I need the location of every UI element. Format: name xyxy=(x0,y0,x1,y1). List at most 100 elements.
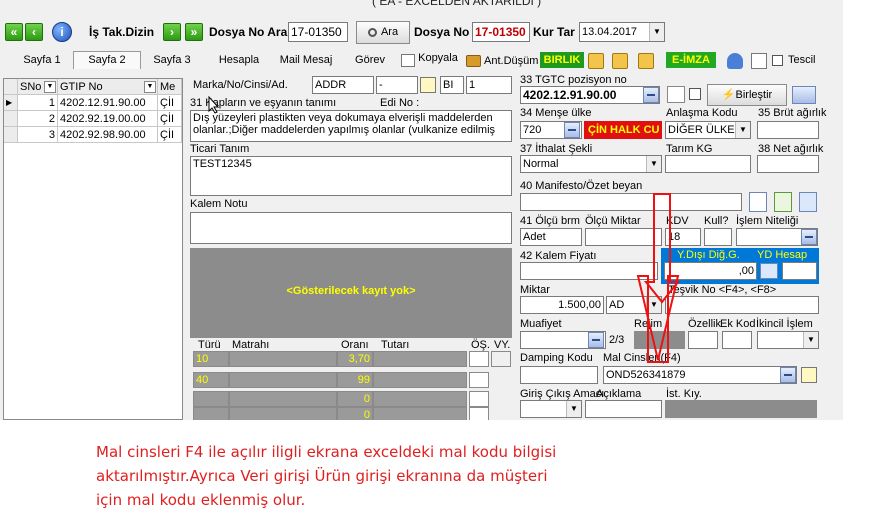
vergi-tutar-cell[interactable] xyxy=(373,351,467,367)
vergi-turu-cell[interactable] xyxy=(193,407,229,420)
vergi-vy-cell[interactable] xyxy=(491,351,511,367)
tab-ant-dusum[interactable]: Ant.Düşüm xyxy=(484,53,538,70)
grid-header-me[interactable]: Me xyxy=(158,79,182,95)
mal-cinsleri-lookup-button[interactable] xyxy=(780,367,796,383)
vergi-orani-cell[interactable]: 0 xyxy=(337,407,373,420)
gtip-checkbox[interactable] xyxy=(689,88,701,100)
edit-icon[interactable] xyxy=(801,367,817,383)
anlasma-kodu-select[interactable]: DİĞER ÜLKEL ▼ xyxy=(665,121,751,139)
edit-icon[interactable] xyxy=(420,77,436,93)
marka-input[interactable]: ADDR xyxy=(312,76,374,94)
gtip-pozisyon-input[interactable]: 4202.12.91.90.00 xyxy=(520,86,660,104)
vergi-orani-cell[interactable]: 0 xyxy=(337,391,373,407)
chevron-down-icon[interactable]: ▼ xyxy=(44,81,56,93)
calculator-icon[interactable] xyxy=(792,86,816,104)
table-row-sno[interactable]: 1 xyxy=(18,95,58,111)
marka-no-input[interactable]: - xyxy=(376,76,418,94)
tab-sayfa-3[interactable]: Sayfa 3 xyxy=(149,52,195,69)
tarim-kg-input[interactable] xyxy=(665,155,751,173)
import-icon[interactable] xyxy=(799,192,817,212)
table-row-gtip[interactable]: 4202.92.19.00.00 xyxy=(58,111,158,127)
vergi-matrah-cell[interactable] xyxy=(229,351,337,367)
tescil-label: Tescil xyxy=(788,54,816,66)
islem-lookup-button[interactable] xyxy=(801,229,817,245)
kur-tar-date[interactable]: 13.04.2017 ▼ xyxy=(579,22,665,42)
olcu-brm-input[interactable]: Adet xyxy=(520,228,582,246)
vergi-turu-cell[interactable]: 10 xyxy=(193,351,229,367)
dosya-no-input[interactable]: 17-01350 xyxy=(472,22,530,42)
prev-record-button[interactable]: ‹ xyxy=(25,23,43,41)
document-icon[interactable] xyxy=(749,192,767,212)
vergi-turu-cell[interactable]: 40 xyxy=(193,372,229,388)
yd-hesap-input[interactable] xyxy=(782,262,817,280)
olcu-brm-label: 41 Ölçü brm xyxy=(520,215,580,227)
list-icon[interactable] xyxy=(774,192,792,212)
dosya-no-ara-input[interactable]: 17-01350 xyxy=(288,22,348,42)
folder-export-icon[interactable] xyxy=(638,53,654,69)
folder-up-icon[interactable] xyxy=(612,53,628,69)
gtip-extra-input[interactable] xyxy=(667,86,685,103)
calculator-icon[interactable] xyxy=(760,263,778,279)
marka-cinsi-input[interactable]: BI xyxy=(440,76,464,94)
table-row-sno[interactable]: 2 xyxy=(18,111,58,127)
vergi-tutar-cell[interactable] xyxy=(373,372,467,388)
damping-kodu-input[interactable] xyxy=(520,366,598,384)
birlik-button[interactable]: BIRLIK xyxy=(540,52,584,68)
net-agirlik-input[interactable] xyxy=(757,155,819,173)
tab-kopyala[interactable]: Kopyala xyxy=(417,50,459,67)
brut-agirlik-input[interactable] xyxy=(757,121,819,139)
grid-header-gtip[interactable]: GTIP No ▼ xyxy=(58,79,158,95)
chevron-down-icon[interactable]: ▼ xyxy=(649,23,664,41)
ikincil-islem-select[interactable]: ▼ xyxy=(757,331,819,349)
muafiyet-lookup-button[interactable] xyxy=(588,332,604,348)
vergi-orani-cell[interactable]: 99 xyxy=(337,372,373,388)
table-row-sno[interactable]: 3 xyxy=(18,127,58,143)
tab-gorev[interactable]: Görev xyxy=(352,52,388,69)
vergi-os-checkbox[interactable] xyxy=(469,351,489,367)
info-icon[interactable]: i xyxy=(52,22,72,42)
vergi-os-checkbox[interactable] xyxy=(469,372,489,388)
vergi-matrah-cell[interactable] xyxy=(229,407,337,420)
birlestir-button[interactable]: ⚡Birleştir xyxy=(707,84,787,106)
next-record-button[interactable]: › xyxy=(163,23,181,41)
chevron-down-icon[interactable]: ▼ xyxy=(144,81,156,93)
kalem-notu-textarea[interactable] xyxy=(190,212,512,244)
ithalat-sekli-select[interactable]: Normal ▼ xyxy=(520,155,662,173)
last-record-button[interactable]: » xyxy=(185,23,203,41)
aciklama-input[interactable] xyxy=(585,400,662,418)
marka-adet-input[interactable]: 1 xyxy=(466,76,512,94)
tescil-checkbox[interactable] xyxy=(772,55,783,66)
vergi-os-checkbox[interactable] xyxy=(469,407,489,420)
table-row-me[interactable]: ÇİI xyxy=(158,127,182,143)
ticari-tanim-textarea[interactable]: TEST12345 xyxy=(190,156,512,196)
vergi-os-checkbox[interactable] xyxy=(469,391,489,407)
folder-icon[interactable] xyxy=(588,53,604,69)
ara-button[interactable]: Ara xyxy=(356,21,410,44)
esya-tanimi-textarea[interactable]: Dış yüzeyleri plastikten veya dokumaya e… xyxy=(190,110,512,142)
vergi-tutar-cell[interactable] xyxy=(373,391,467,407)
ek-kod-input[interactable] xyxy=(722,331,752,349)
table-row-me[interactable]: ÇİI xyxy=(158,95,182,111)
gtip-lookup-button[interactable] xyxy=(643,87,659,103)
vergi-turu-cell[interactable] xyxy=(193,391,229,407)
zoom-icon[interactable] xyxy=(751,53,767,69)
vergi-matrah-cell[interactable] xyxy=(229,391,337,407)
table-row-me[interactable]: ÇİI xyxy=(158,111,182,127)
tab-mail-mesaj[interactable]: Mail Mesaj xyxy=(278,52,334,69)
ist-kiy-input[interactable] xyxy=(665,400,817,418)
vergi-orani-cell[interactable]: 3,70 xyxy=(337,351,373,367)
grid-header-sno[interactable]: SNo ▼ xyxy=(18,79,58,95)
tab-hesapla[interactable]: Hesapla xyxy=(216,52,262,69)
vergi-tutar-cell[interactable] xyxy=(373,407,467,420)
giris-cikis-select[interactable]: ▼ xyxy=(520,400,582,418)
pin-icon[interactable] xyxy=(727,53,743,69)
table-row-gtip[interactable]: 4202.92.98.90.00 xyxy=(58,127,158,143)
first-record-button[interactable]: « xyxy=(5,23,23,41)
mense-lookup-button[interactable] xyxy=(564,122,580,138)
tab-sayfa-2[interactable]: Sayfa 2 xyxy=(73,51,141,69)
table-row-gtip[interactable]: 4202.12.91.90.00 xyxy=(58,95,158,111)
vergi-matrah-cell[interactable] xyxy=(229,372,337,388)
miktar-input[interactable]: 1.500,00 xyxy=(520,296,604,314)
e-imza-button[interactable]: E-İMZA xyxy=(666,52,716,68)
tab-sayfa-1[interactable]: Sayfa 1 xyxy=(20,52,64,69)
